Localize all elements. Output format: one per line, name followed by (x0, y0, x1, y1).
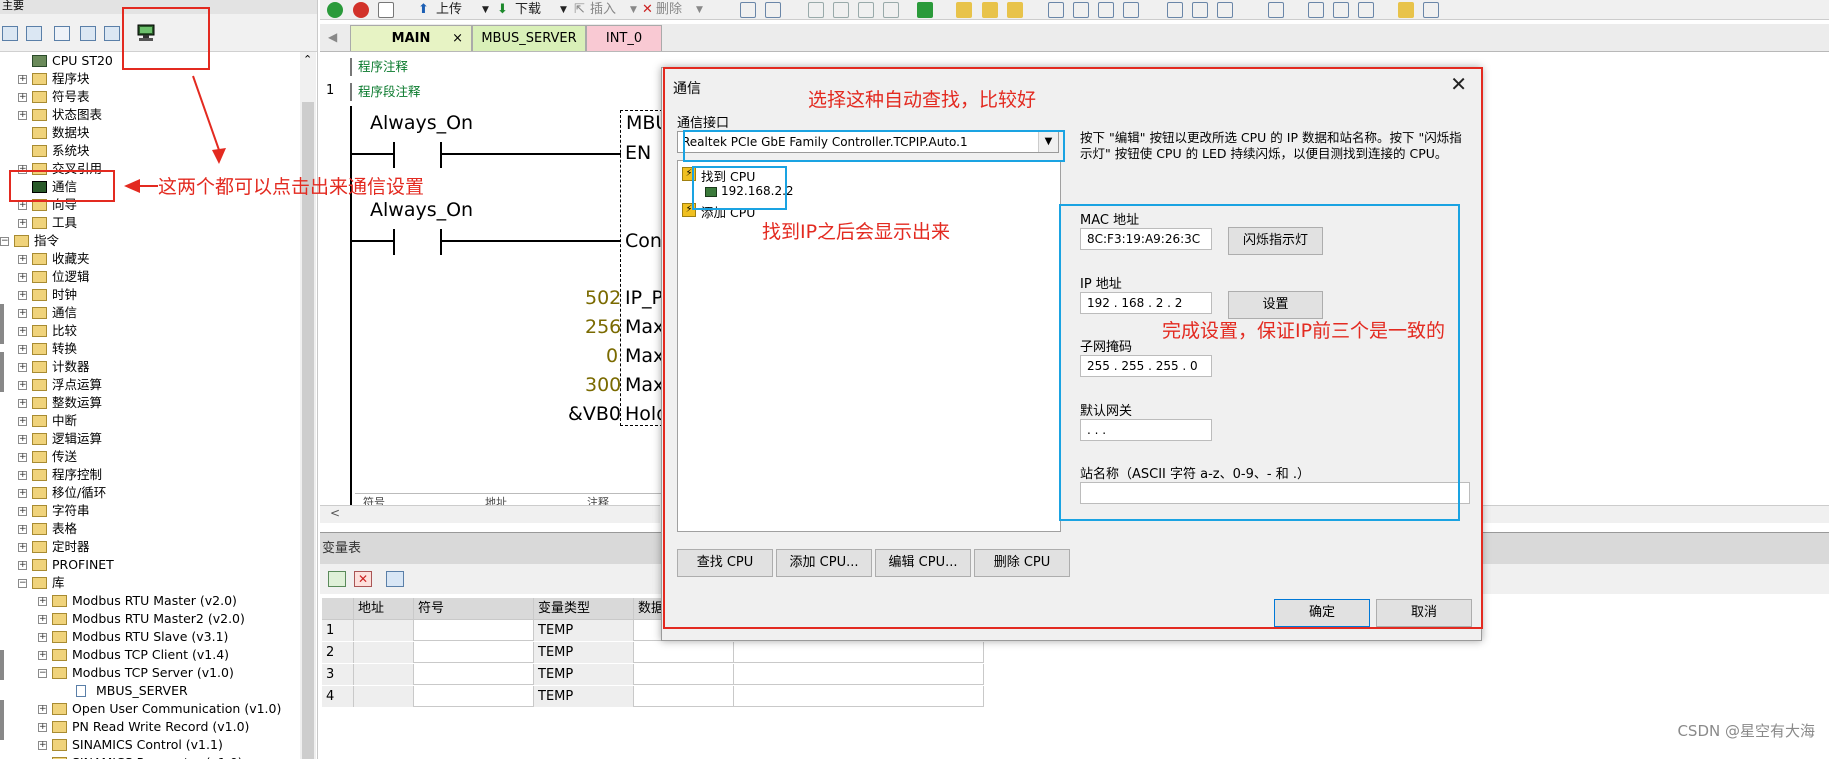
annotation-arrow (192, 75, 220, 151)
annotation-arrows (124, 75, 226, 193)
annotation-text: 这两个都可以点击出来通信设置 (158, 176, 425, 198)
annotation-text: 找到IP之后会显示出来 (762, 221, 951, 243)
arrow-head-icon (212, 148, 226, 164)
annotation-text: 选择这种自动查找，比较好 (808, 89, 1037, 111)
annotation-text: 完成设置，保证IP前三个是一致的 (1162, 320, 1446, 342)
watermark: CSDN @星空有大海 (1677, 722, 1815, 740)
arrow-head-icon (124, 179, 140, 193)
